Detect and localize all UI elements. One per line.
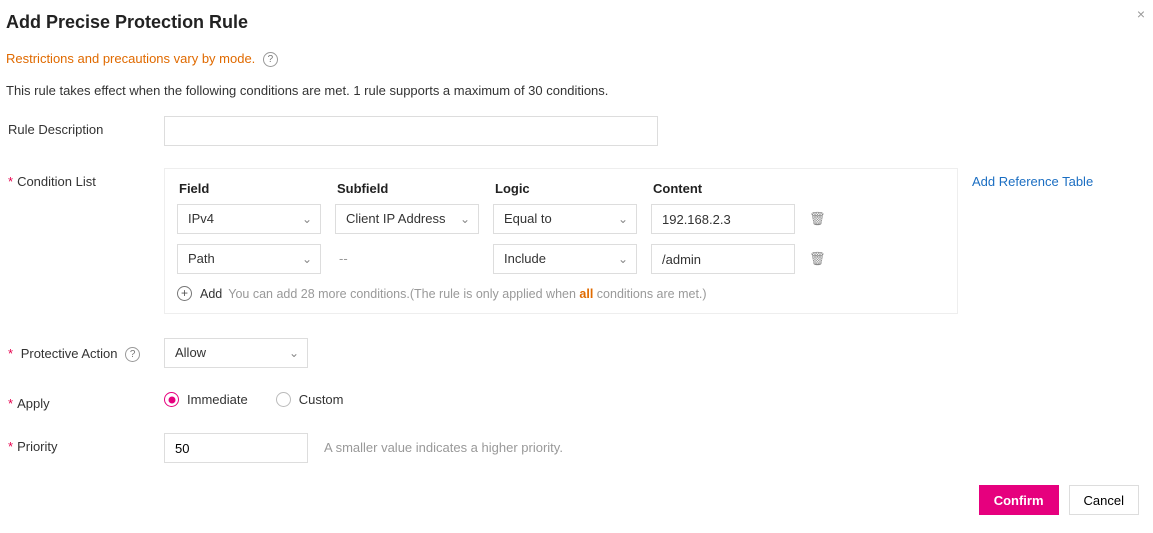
protective-action-select[interactable]: Allow ⌄ — [164, 338, 308, 368]
close-icon[interactable]: × — [1137, 6, 1145, 22]
rule-description-input[interactable] — [164, 116, 658, 146]
chevron-down-icon: ⌄ — [618, 205, 628, 233]
apply-custom-label: Custom — [299, 392, 344, 407]
condition-list-box: Field Subfield Logic Content IPv4 ⌄ Clie… — [164, 168, 958, 314]
chevron-down-icon: ⌄ — [302, 245, 312, 273]
apply-immediate-radio[interactable]: Immediate — [164, 392, 248, 407]
label-rule-description: Rule Description — [4, 116, 164, 137]
add-condition-hint: You can add 28 more conditions.(The rule… — [228, 287, 706, 301]
content-input[interactable] — [651, 244, 795, 274]
content-input[interactable] — [651, 204, 795, 234]
radio-dot-icon — [276, 392, 291, 407]
chevron-down-icon: ⌄ — [460, 205, 470, 233]
logic-select-value: Include — [504, 251, 546, 266]
label-apply: Apply — [4, 390, 164, 411]
condition-row: IPv4 ⌄ Client IP Address ⌄ Equal to ⌄ 🗑 — [177, 204, 945, 234]
logic-select-value: Equal to — [504, 211, 552, 226]
protective-action-value: Allow — [175, 345, 206, 360]
logic-select[interactable]: Equal to ⌄ — [493, 204, 637, 234]
label-protective-action: Protective Action ? — [4, 338, 164, 362]
mode-warning-text: Restrictions and precautions vary by mod… — [6, 51, 255, 66]
field-select-value: IPv4 — [188, 211, 214, 226]
delete-condition-icon[interactable]: 🗑 — [809, 211, 825, 227]
help-icon[interactable]: ? — [263, 52, 278, 67]
apply-custom-radio[interactable]: Custom — [276, 392, 344, 407]
col-header-subfield: Subfield — [337, 181, 495, 196]
priority-hint: A smaller value indicates a higher prior… — [324, 433, 563, 463]
priority-input[interactable] — [164, 433, 308, 463]
subfield-select-value: Client IP Address — [346, 211, 445, 226]
field-select-value: Path — [188, 251, 215, 266]
col-header-field: Field — [179, 181, 337, 196]
logic-select[interactable]: Include ⌄ — [493, 244, 637, 274]
field-select[interactable]: Path ⌄ — [177, 244, 321, 274]
add-reference-table-link[interactable]: Add Reference Table — [972, 168, 1093, 314]
delete-condition-icon[interactable]: 🗑 — [809, 251, 825, 267]
radio-dot-icon — [164, 392, 179, 407]
chevron-down-icon: ⌄ — [289, 339, 299, 367]
col-header-content: Content — [653, 181, 811, 196]
chevron-down-icon: ⌄ — [618, 245, 628, 273]
cancel-button[interactable]: Cancel — [1069, 485, 1139, 515]
confirm-button[interactable]: Confirm — [979, 485, 1059, 515]
add-all-word: all — [579, 287, 593, 301]
condition-row: Path ⌄ -- Include ⌄ 🗑 — [177, 244, 945, 274]
dialog-title: Add Precise Protection Rule — [6, 12, 1149, 33]
field-select[interactable]: IPv4 ⌄ — [177, 204, 321, 234]
apply-radio-group: Immediate Custom — [164, 390, 372, 407]
subfield-select[interactable]: Client IP Address ⌄ — [335, 204, 479, 234]
apply-immediate-label: Immediate — [187, 392, 248, 407]
subfield-static: -- — [335, 244, 479, 274]
help-icon[interactable]: ? — [125, 347, 140, 362]
add-condition-link[interactable]: Add — [200, 287, 222, 301]
col-header-logic: Logic — [495, 181, 653, 196]
label-priority: Priority — [4, 433, 164, 454]
label-condition-list: Condition List — [4, 168, 164, 189]
plus-circle-icon[interactable]: + — [177, 286, 192, 301]
rule-description-help: This rule takes effect when the followin… — [6, 83, 1149, 98]
chevron-down-icon: ⌄ — [302, 205, 312, 233]
